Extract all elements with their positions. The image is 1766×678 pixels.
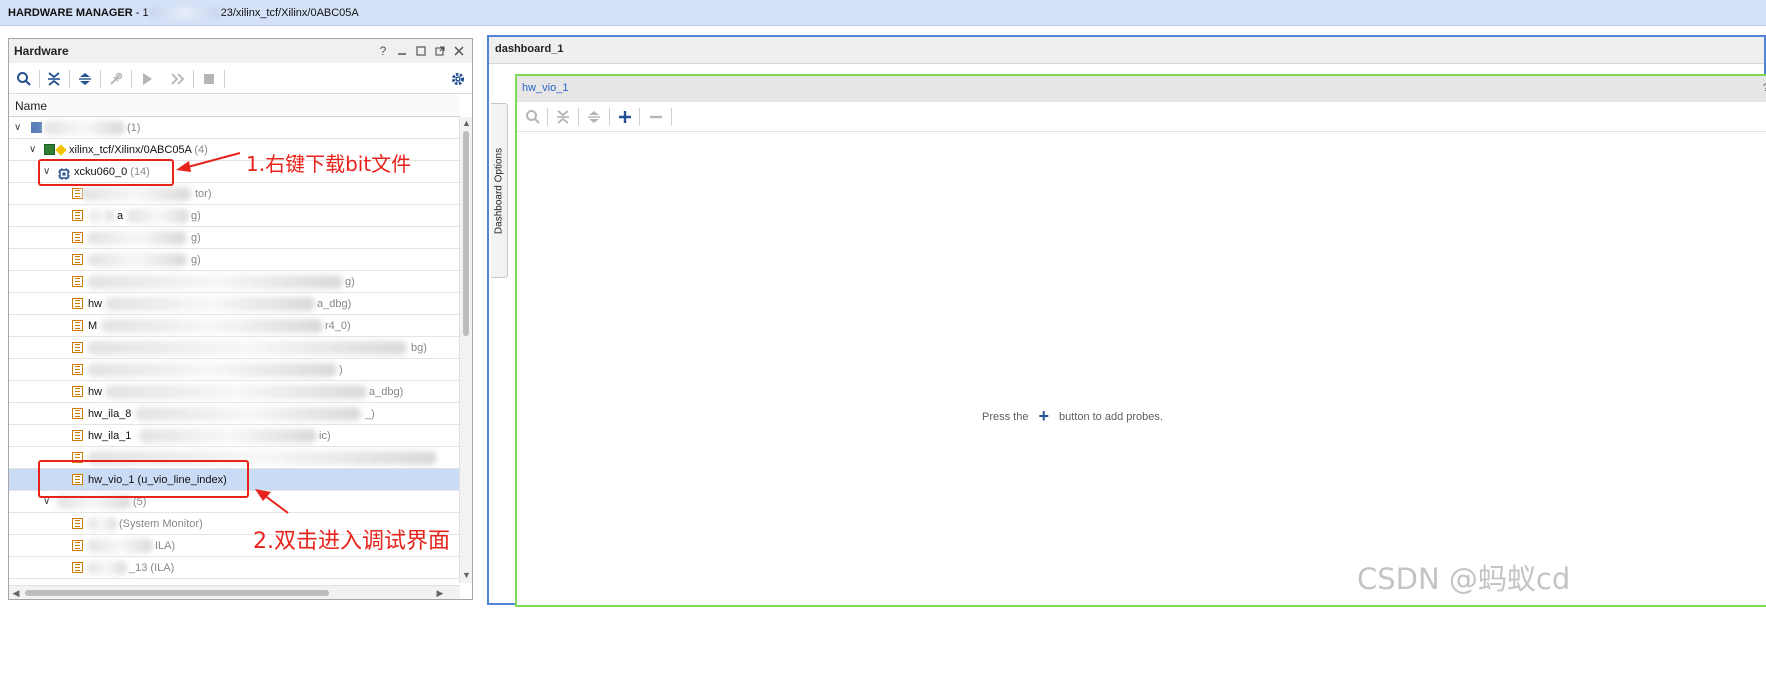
annotation-arrow-2 bbox=[263, 494, 289, 514]
ila-core-icon bbox=[72, 562, 83, 573]
empty-message-after: button to add probes. bbox=[1058, 411, 1163, 423]
toolbar-separator bbox=[671, 108, 672, 126]
vio-panel-title[interactable]: hw_vio_1 bbox=[522, 82, 568, 94]
dashboard-tab-bar: dashboard_1 bbox=[489, 37, 1764, 64]
expand-all-icon[interactable] bbox=[584, 107, 604, 127]
annotation-step2: 2.双击进入调试界面 bbox=[253, 529, 450, 554]
toolbar-separator bbox=[609, 108, 610, 126]
vio-panel-header: hw_vio_1 ? bbox=[517, 76, 1766, 102]
toolbar-separator bbox=[639, 108, 640, 126]
scroll-right-icon[interactable]: ▶ bbox=[434, 586, 446, 600]
tree-row-ila[interactable]: _13 (ILA) bbox=[9, 557, 460, 579]
tab-dashboard-1[interactable]: dashboard_1 bbox=[495, 43, 563, 55]
scroll-down-icon[interactable]: ▼ bbox=[461, 570, 472, 582]
vio-probes-panel: hw_vio_1 ? Press t bbox=[515, 74, 1766, 607]
scroll-thumb[interactable] bbox=[25, 590, 329, 596]
dashboard-panel: dashboard_1 Dashboard Options hw_vio_1 ? bbox=[487, 35, 1766, 607]
toolbar-separator bbox=[547, 108, 548, 126]
add-probe-icon[interactable] bbox=[615, 107, 635, 127]
search-icon[interactable] bbox=[523, 107, 543, 127]
redacted-label bbox=[87, 561, 127, 575]
dashboard-options-label: Dashboard Options bbox=[493, 147, 505, 234]
tree-row-count: _13 (ILA) bbox=[129, 562, 175, 574]
ila-core-icon bbox=[72, 540, 83, 551]
annotation-arrow-1 bbox=[183, 152, 241, 169]
annotation-arrows bbox=[176, 152, 289, 514]
annotation-step1: 1.右键下载bit文件 bbox=[246, 152, 412, 176]
vio-toolbar bbox=[517, 102, 1766, 132]
toolbar-separator bbox=[578, 108, 579, 126]
empty-message-before: Press the bbox=[982, 411, 1029, 423]
horizontal-scrollbar[interactable]: ◀ ▶ bbox=[9, 585, 460, 599]
annotation-arrowhead-1 bbox=[176, 161, 191, 172]
collapse-all-icon[interactable] bbox=[553, 107, 573, 127]
scroll-left-icon[interactable]: ◀ bbox=[10, 586, 22, 600]
empty-probes-message: Press the + button to add probes. bbox=[982, 406, 1163, 427]
remove-probe-icon[interactable] bbox=[646, 107, 666, 127]
csdn-watermark: CSDN @蚂蚁cd bbox=[1357, 562, 1571, 596]
redacted-label bbox=[87, 539, 153, 553]
dashboard-options-tab[interactable]: Dashboard Options bbox=[491, 103, 508, 278]
plus-icon: + bbox=[1038, 406, 1049, 426]
